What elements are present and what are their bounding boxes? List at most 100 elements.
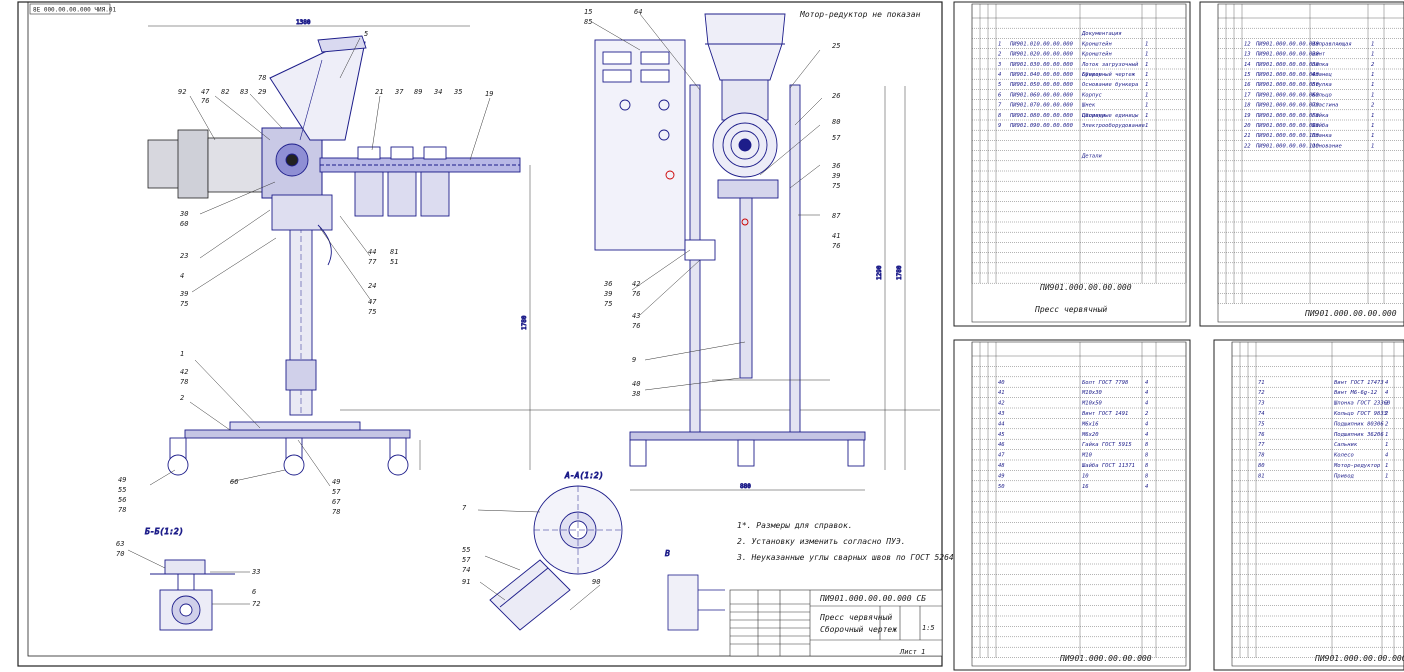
callout-91: 91: [462, 578, 470, 586]
spec-name: Болт ГОСТ 7798: [1082, 380, 1129, 386]
callout-39r: 39: [831, 172, 840, 180]
spec-name: Основание: [1312, 143, 1342, 149]
callout-4: 4: [180, 272, 184, 280]
dimension-1780-left: 1780: [521, 315, 528, 330]
title-block-subname: Сборочный чертеж: [820, 624, 897, 634]
spec3-designation: ПИ901.000.00.00.000: [1059, 654, 1152, 663]
spec-pos: 48: [998, 463, 1005, 469]
callout-81: 81: [390, 248, 398, 256]
spec-pos: 49: [998, 473, 1005, 479]
callout-36r: 36: [831, 162, 840, 170]
spec-pos: 21: [1244, 133, 1251, 139]
spec-pos: 16: [1244, 82, 1251, 88]
spec-pos: 15: [1244, 72, 1251, 78]
callout-2: 2: [180, 394, 184, 402]
callout-44: 44: [368, 248, 376, 256]
spec-code: ПИ901.090.00.00.000: [1009, 123, 1074, 129]
title-block-scale: 1:5: [922, 624, 935, 632]
spec-code: ПИ901.000.00.00.090: [1255, 123, 1320, 129]
spec-code: ПИ901.050.00.00.000: [1009, 82, 1074, 88]
spec-pos: 77: [1258, 442, 1265, 448]
callout-23: 23: [180, 252, 188, 260]
callout-43: 43: [632, 312, 640, 320]
spec-qty: 1: [1145, 52, 1148, 58]
callout-83: 83: [240, 88, 248, 96]
spec-pos: 41: [998, 390, 1005, 396]
callout-87: 87: [832, 212, 841, 220]
spec-code: ПИ901.040.00.00.000: [1009, 72, 1074, 78]
spec1-designation: ПИ901.000.00.00.000: [1039, 283, 1132, 292]
spec-pos: 46: [998, 442, 1005, 448]
callout-5: 5: [364, 30, 368, 38]
callout-24: 24: [368, 282, 376, 290]
spec-pos: 42: [998, 401, 1005, 407]
spec-name: Шнек: [1081, 103, 1096, 109]
spec-qty: 1: [1385, 473, 1388, 479]
spec-name: Винт: [1312, 52, 1326, 58]
spec-name: Шпонка ГОСТ 23360: [1333, 401, 1391, 407]
spec-pos: 20: [1244, 123, 1251, 129]
callout-76: 76: [201, 97, 209, 105]
spec-pos: 40: [998, 380, 1005, 386]
dimension-1780-right: 1780: [896, 265, 903, 280]
spec-pos: 1: [998, 41, 1001, 47]
callout-66: 66: [230, 478, 238, 486]
spec-name: М10: [1081, 453, 1093, 459]
dimension-1380: 1380: [296, 19, 311, 26]
spec-qty: 1: [1145, 62, 1148, 68]
callout-42r: 42: [632, 280, 640, 288]
callout-92: 92: [178, 88, 186, 96]
spec-code: ПИ901.000.00.00.030: [1255, 62, 1320, 68]
spec-qty: 4: [1145, 484, 1148, 490]
spec-code: ПИ901.000.00.00.010: [1255, 41, 1320, 47]
spec-section: Сборочный чертеж: [1082, 71, 1136, 78]
spec-pos: 76: [1258, 432, 1265, 438]
title-block-name: Пресс червячный: [819, 613, 892, 622]
callout-55d: 55: [462, 546, 470, 554]
spec-code: ПИ901.000.00.00.050: [1255, 82, 1320, 88]
spec-name: Привод: [1333, 473, 1355, 479]
callout-57: 57: [332, 488, 341, 496]
spec-qty: 1: [1385, 463, 1388, 469]
spec-name: Вилка: [1312, 62, 1329, 68]
spec-code: ПИ901.060.00.00.000: [1009, 92, 1074, 98]
spec-code: ПИ901.010.00.00.000: [1009, 41, 1074, 47]
spec-name: Гайка: [1312, 113, 1329, 119]
callout-39l: 39: [603, 290, 612, 298]
spec-sheet-4: 71 Винт ГОСТ 17473 472 Винт М6-6g-12 473 Шпон…: [1213, 339, 1404, 671]
callout-34: 34: [433, 88, 442, 96]
spec-pos: 80: [1258, 463, 1265, 469]
spec-qty: 1: [1371, 72, 1374, 78]
callout-75b: 75: [368, 308, 376, 316]
callout-47: 47: [201, 88, 210, 96]
callout-57d: 57: [462, 556, 471, 564]
spec-qty: 4: [1385, 380, 1388, 386]
callout-75l: 75: [604, 300, 612, 308]
dimension-880: 880: [740, 483, 751, 490]
spec-pos: 78: [1258, 453, 1265, 459]
spec-qty: 1: [1385, 432, 1388, 438]
callout-30: 30: [179, 210, 188, 218]
spec-pos: 45: [998, 432, 1005, 438]
callout-42: 42: [180, 368, 188, 376]
spec-sheet-1: 1 ПИ901.010.00.00.000 Кронштейн 12 ПИ901.020…: [953, 1, 1191, 327]
dimension-1290: 1290: [876, 265, 883, 280]
callout-1: 1: [180, 350, 184, 358]
spec-qty: 4: [1145, 390, 1148, 396]
spec-pos: 43: [998, 411, 1005, 417]
callout-85: 85: [584, 18, 592, 26]
spec-name: 10: [1082, 473, 1089, 479]
spec-name: Пластина: [1311, 103, 1339, 109]
callout-78: 78: [258, 74, 266, 82]
spec-name: Подшипник 80306: [1333, 421, 1384, 427]
spec-pos: 3: [997, 62, 1001, 68]
callout-51: 51: [390, 258, 398, 266]
spec-code: ПИ901.070.00.00.000: [1009, 103, 1074, 109]
callout-76r: 76: [832, 242, 840, 250]
spec-pos: 5: [998, 82, 1001, 88]
callout-35: 35: [453, 88, 462, 96]
spec-pos: 22: [1244, 143, 1251, 149]
spec-name: Подшипник 36206: [1333, 432, 1384, 438]
spec4-designation: ПИ901.000.00.00.000: [1314, 654, 1404, 663]
spec-name: Кольцо: [1311, 92, 1332, 98]
